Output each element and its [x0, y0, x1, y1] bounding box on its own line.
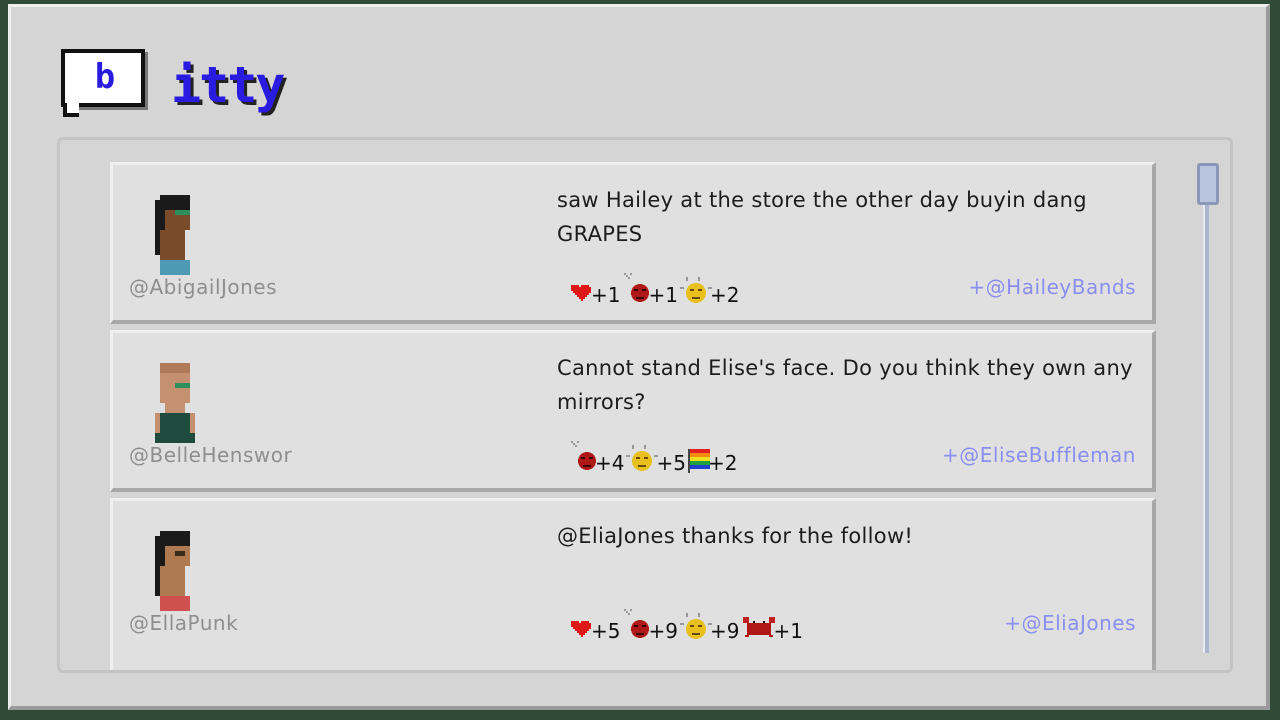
post-card[interactable]: @AbigailJones saw Hailey at the store th… [110, 162, 1156, 324]
reaction-crab[interactable]: +1 [741, 615, 803, 643]
happy-icon [679, 613, 712, 639]
reaction-heart[interactable]: +5 [569, 617, 620, 641]
reaction-count: +1 [773, 619, 803, 643]
reaction-count: +5 [656, 451, 686, 475]
reaction-bar: +4 +5 +2 [569, 433, 739, 473]
reaction-bar: +1 +1 +2 [569, 265, 741, 305]
reaction-angry[interactable]: +4 [569, 441, 624, 473]
reaction-count: +1 [648, 283, 678, 307]
author-handle[interactable]: @EllaPunk [129, 611, 238, 635]
post-message: @EliaJones thanks for the follow! [557, 524, 914, 548]
post-card[interactable]: @BelleHenswor Cannot stand Elise's face.… [110, 330, 1156, 492]
post-message: saw Hailey at the store the other day bu… [557, 188, 1087, 246]
reaction-bar: +5 +9 +9 +1 [569, 601, 805, 641]
mention-link[interactable]: +@EliseBuffleman [942, 443, 1136, 467]
scrollbar-thumb[interactable] [1197, 163, 1219, 205]
reaction-happy[interactable]: +2 [679, 277, 740, 307]
happy-icon [626, 445, 659, 471]
avatar[interactable] [145, 363, 205, 443]
post-message: Cannot stand Elise's face. Do you think … [557, 356, 1133, 414]
happy-icon [679, 277, 712, 303]
avatar[interactable] [145, 195, 205, 275]
scrollbar-track[interactable] [1203, 167, 1209, 653]
logo-bubble-tail [63, 103, 79, 117]
post-card[interactable]: @EllaPunk @EliaJones thanks for the foll… [110, 498, 1156, 670]
post-feed: @AbigailJones saw Hailey at the store th… [57, 137, 1233, 673]
reaction-count: +9 [648, 619, 678, 643]
reaction-angry[interactable]: +9 [622, 609, 678, 643]
reaction-count: +1 [591, 283, 621, 307]
reaction-heart[interactable]: +1 [569, 281, 620, 305]
itty-app-window: b itty @AbigailJones saw Hailey at the s… [8, 4, 1270, 710]
author-handle[interactable]: @AbigailJones [129, 275, 277, 299]
mention-link[interactable]: +@EliaJones [1004, 611, 1136, 635]
reaction-count: +5 [591, 619, 621, 643]
author-handle[interactable]: @BelleHenswor [129, 443, 292, 467]
reaction-rainbow-flag[interactable]: +2 [687, 449, 738, 475]
app-logo-letter: b [94, 57, 116, 97]
app-logo-bubble: b [61, 49, 145, 107]
reaction-count: +4 [595, 451, 625, 475]
reaction-happy[interactable]: +9 [679, 613, 740, 643]
reaction-angry[interactable]: +1 [622, 273, 678, 307]
reaction-count: +2 [707, 451, 738, 475]
reaction-count: +2 [709, 283, 740, 307]
reaction-count: +9 [709, 619, 740, 643]
crab-icon [743, 617, 776, 637]
avatar[interactable] [145, 531, 205, 611]
app-logo-wordmark: itty [171, 56, 285, 114]
reaction-happy[interactable]: +5 [626, 445, 686, 475]
mention-link[interactable]: +@HaileyBands [968, 275, 1136, 299]
